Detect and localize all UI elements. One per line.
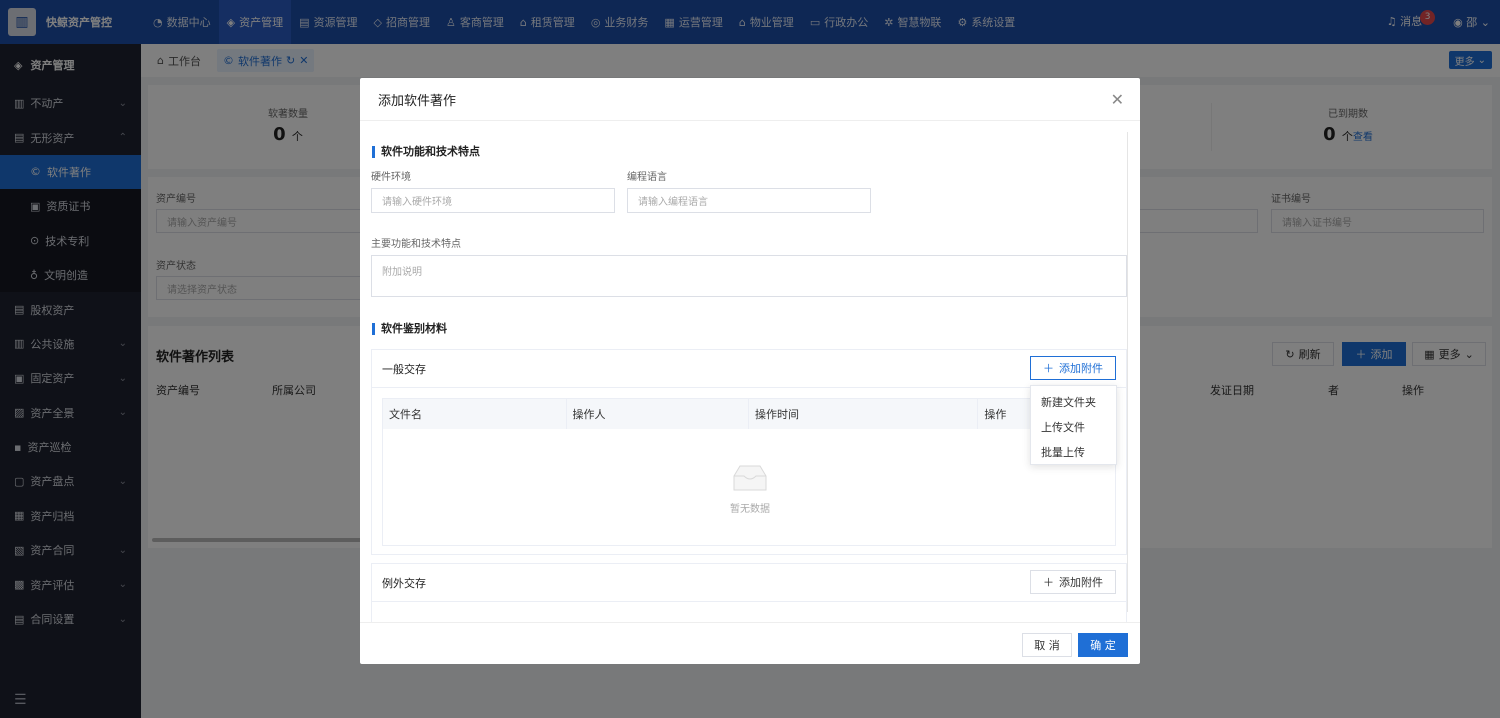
menu-batch-upload[interactable]: 批量上传 [1031,439,1116,464]
close-icon[interactable]: ✕ [1111,90,1124,109]
section-features-title: 软件功能和技术特点 [372,146,480,158]
attachment-table: 文件名 操作人 操作时间 操作 暂无数据 [382,398,1116,546]
menu-new-folder[interactable]: 新建文件夹 [1031,389,1116,414]
plus-icon: ＋ [1043,362,1054,375]
exception-deposit-panel: 例外交存 ＋添加附件 [371,563,1127,622]
menu-upload-file[interactable]: 上传文件 [1031,414,1116,439]
add-attachment-button[interactable]: ＋添加附件 [1030,356,1116,380]
plus-icon: ＋ [1043,576,1054,589]
add-software-copyright-dialog: 添加软件著作 ✕ 软件功能和技术特点 硬件环境 请输入硬件环境 编程语言 请输入… [360,78,1140,664]
dialog-scrollbar[interactable] [1127,132,1128,612]
empty-box-icon [733,465,767,490]
add-attachment-dropdown: 新建文件夹 上传文件 批量上传 [1030,385,1117,465]
col-filename: 文件名 [383,399,567,429]
col-op-time: 操作时间 [749,399,979,429]
confirm-button[interactable]: 确 定 [1078,633,1128,657]
hardware-env-input[interactable]: 请输入硬件环境 [371,188,615,213]
general-deposit-title: 一般交存 [382,362,426,376]
dialog-header: 添加软件著作 ✕ [360,78,1140,121]
features-textarea[interactable]: 附加说明 [371,255,1127,297]
dialog-title: 添加软件著作 [378,93,457,109]
empty-state: 暂无数据 [383,429,1117,547]
add-attachment-button-2[interactable]: ＋添加附件 [1030,570,1116,594]
cancel-button[interactable]: 取 消 [1022,633,1072,657]
general-deposit-panel: 一般交存 ＋添加附件 文件名 操作人 操作时间 操作 暂无数据 [371,349,1127,555]
dialog-footer: 取 消 确 定 [360,622,1140,664]
exception-deposit-title: 例外交存 [382,576,426,590]
dialog-body: 软件功能和技术特点 硬件环境 请输入硬件环境 编程语言 请输入编程语言 主要功能… [360,122,1140,622]
programming-lang-input[interactable]: 请输入编程语言 [627,188,871,213]
section-materials-title: 软件鉴别材料 [372,323,447,335]
col-operator: 操作人 [567,399,749,429]
